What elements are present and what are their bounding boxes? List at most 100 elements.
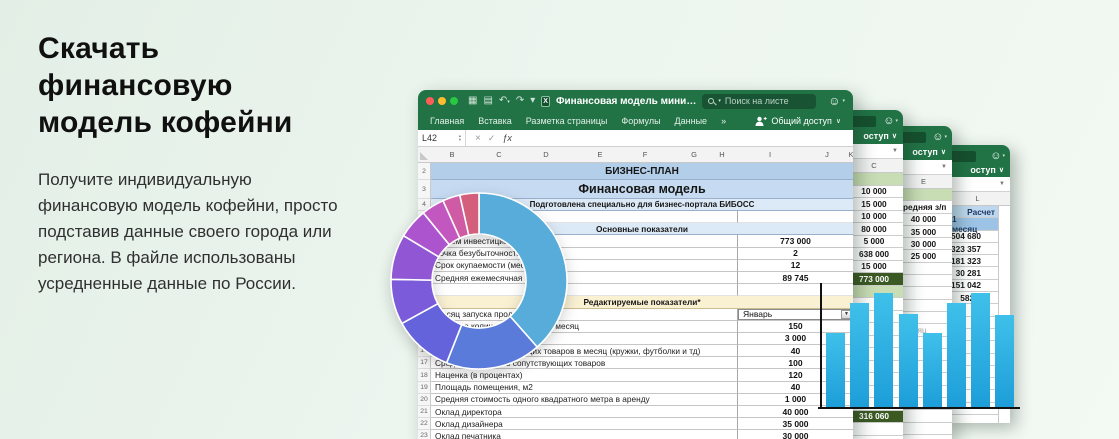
cell-label: Оклад печатника (431, 430, 737, 439)
tab-1[interactable]: Вставка (478, 116, 511, 126)
bar-7 (971, 293, 990, 407)
titlebar-row: ☺▾ (845, 110, 903, 128)
page-title: Скачать финансовую модель кофейни (38, 30, 338, 141)
search-field-fragment (850, 116, 876, 127)
formula-bar: ▼ (945, 177, 1010, 192)
column-header-C: C (845, 159, 903, 173)
column-header-I[interactable]: I (769, 150, 771, 159)
feedback-smiley-icon[interactable]: ☺▾ (828, 94, 845, 108)
cell (895, 263, 952, 275)
cell: 40 000 (895, 214, 952, 226)
column-header-B[interactable]: B (449, 150, 454, 159)
insert-function-icon[interactable]: ƒx (502, 133, 512, 143)
cell-reference: L42 (422, 133, 437, 143)
cell (845, 173, 903, 186)
cell-label: Оклад дизайнера (431, 418, 737, 430)
select-all-corner[interactable] (420, 152, 428, 160)
tab-5[interactable]: » (721, 116, 726, 126)
document-title: Финансовая модель мини… (556, 96, 696, 107)
column-header-C[interactable]: C (496, 150, 501, 159)
redo-icon[interactable]: ↷ (516, 96, 524, 106)
bar-chart (818, 283, 1020, 409)
column-header-K[interactable]: K (848, 150, 853, 159)
share-label-fragment: оступ (912, 147, 937, 157)
cell: 30 000 (895, 238, 952, 250)
cell: 30 281 (945, 267, 998, 279)
toolbar-caret-icon[interactable]: ▾ (530, 96, 535, 106)
share-user-icon (755, 116, 767, 126)
undo-icon[interactable]: ↶▾ (499, 96, 510, 106)
cell: 5 000 (845, 236, 903, 249)
cell-value[interactable]: 35 000 (737, 418, 853, 430)
save-icon[interactable]: ▤ (483, 96, 492, 106)
feedback-smiley-icon[interactable]: ☺▾ (932, 132, 947, 143)
column-header-E[interactable]: E (597, 150, 602, 159)
y-axis (820, 283, 822, 407)
titlebar-row: ☺▾ (895, 126, 952, 144)
cell-value[interactable]: 30 000 (737, 430, 853, 439)
column-headers: B C D E F G H I J K (418, 147, 853, 163)
tab-3[interactable]: Формулы (621, 116, 660, 126)
column-header-E: E (895, 175, 952, 189)
share-label-row: оступ∨ (845, 128, 903, 144)
tab-4[interactable]: Данные (675, 116, 708, 126)
cell (895, 410, 952, 422)
row-number: 19 (418, 382, 431, 394)
column-header-F[interactable]: F (643, 150, 648, 159)
name-box[interactable]: L42 ▴▾ (418, 130, 466, 146)
column-header-G[interactable]: G (691, 150, 697, 159)
name-box-stepper-icon[interactable]: ▴▾ (459, 134, 461, 142)
share-label: Общий доступ (771, 116, 831, 126)
chevron-down-icon: ∨ (892, 132, 897, 140)
donut-chart (389, 191, 569, 371)
column-header-H[interactable]: H (719, 150, 724, 159)
cell: 35 000 (895, 226, 952, 238)
confirm-entry-icon[interactable]: ✓ (488, 133, 496, 144)
window-controls[interactable] (426, 97, 458, 105)
formula-bar: ▼ (895, 160, 952, 175)
sheet-row: 19Площадь помещения, м240 (418, 382, 853, 394)
page: Скачать финансовую модель кофейни Получи… (0, 0, 1119, 439)
bar-3 (874, 293, 893, 407)
cell-label: Площадь помещения, м2 (431, 382, 737, 394)
share-label-fragment: оступ (970, 165, 995, 175)
minimize-icon[interactable] (438, 97, 446, 105)
cell-label: Оклад директора (431, 406, 737, 418)
cell (895, 423, 952, 435)
zoom-icon[interactable] (450, 97, 458, 105)
cell-value[interactable]: 12 (737, 260, 853, 272)
cell: 323 357 (945, 243, 998, 255)
filter-icon[interactable]: ▼ (941, 164, 947, 170)
feedback-smiley-icon[interactable]: ☺▾ (883, 116, 898, 127)
sheet-row: 22Оклад дизайнера35 000 (418, 418, 853, 430)
column-header-D[interactable]: D (543, 150, 548, 159)
cell-label: Средняя стоимость одного квадратного мет… (431, 394, 737, 406)
share-button[interactable]: Общий доступ ∨ (755, 116, 841, 126)
cell (845, 436, 903, 439)
row-number: 23 (418, 430, 431, 439)
cell: 10 000 (845, 186, 903, 199)
search-input[interactable]: ▾ Поиск на листе (702, 94, 816, 109)
cell: 316 060 (845, 411, 903, 424)
titlebar: ▦ ▤ ↶▾ ↷ ▾ X Финансовая модель мини… ▾ П… (418, 90, 853, 112)
search-field-fragment (900, 132, 926, 143)
filter-icon[interactable]: ▼ (999, 181, 1005, 187)
bar-1 (826, 333, 845, 407)
column-header-J[interactable]: J (825, 150, 829, 159)
close-icon[interactable] (426, 97, 434, 105)
tab-2[interactable]: Разметка страницы (526, 116, 608, 126)
cell (945, 415, 998, 423)
cancel-entry-icon[interactable]: × (475, 133, 481, 144)
tabs-group: Главная Вставка Разметка страницы Формулы Да… (430, 116, 726, 126)
tab-0[interactable]: Главная (430, 116, 464, 126)
cell-value[interactable]: 773 000 (737, 235, 853, 247)
filter-icon[interactable]: ▼ (892, 148, 898, 154)
cell-value[interactable]: 2 (737, 248, 853, 260)
feedback-smiley-icon[interactable]: ☺▾ (990, 151, 1005, 162)
workbook-icon[interactable]: ▦ (468, 96, 477, 106)
excel-file-icon: X (541, 96, 550, 107)
row-number: 22 (418, 418, 431, 430)
cell-value[interactable] (737, 211, 853, 223)
sheet-row: 20Средняя стоимость одного квадратного м… (418, 394, 853, 406)
search-icon (708, 98, 714, 104)
